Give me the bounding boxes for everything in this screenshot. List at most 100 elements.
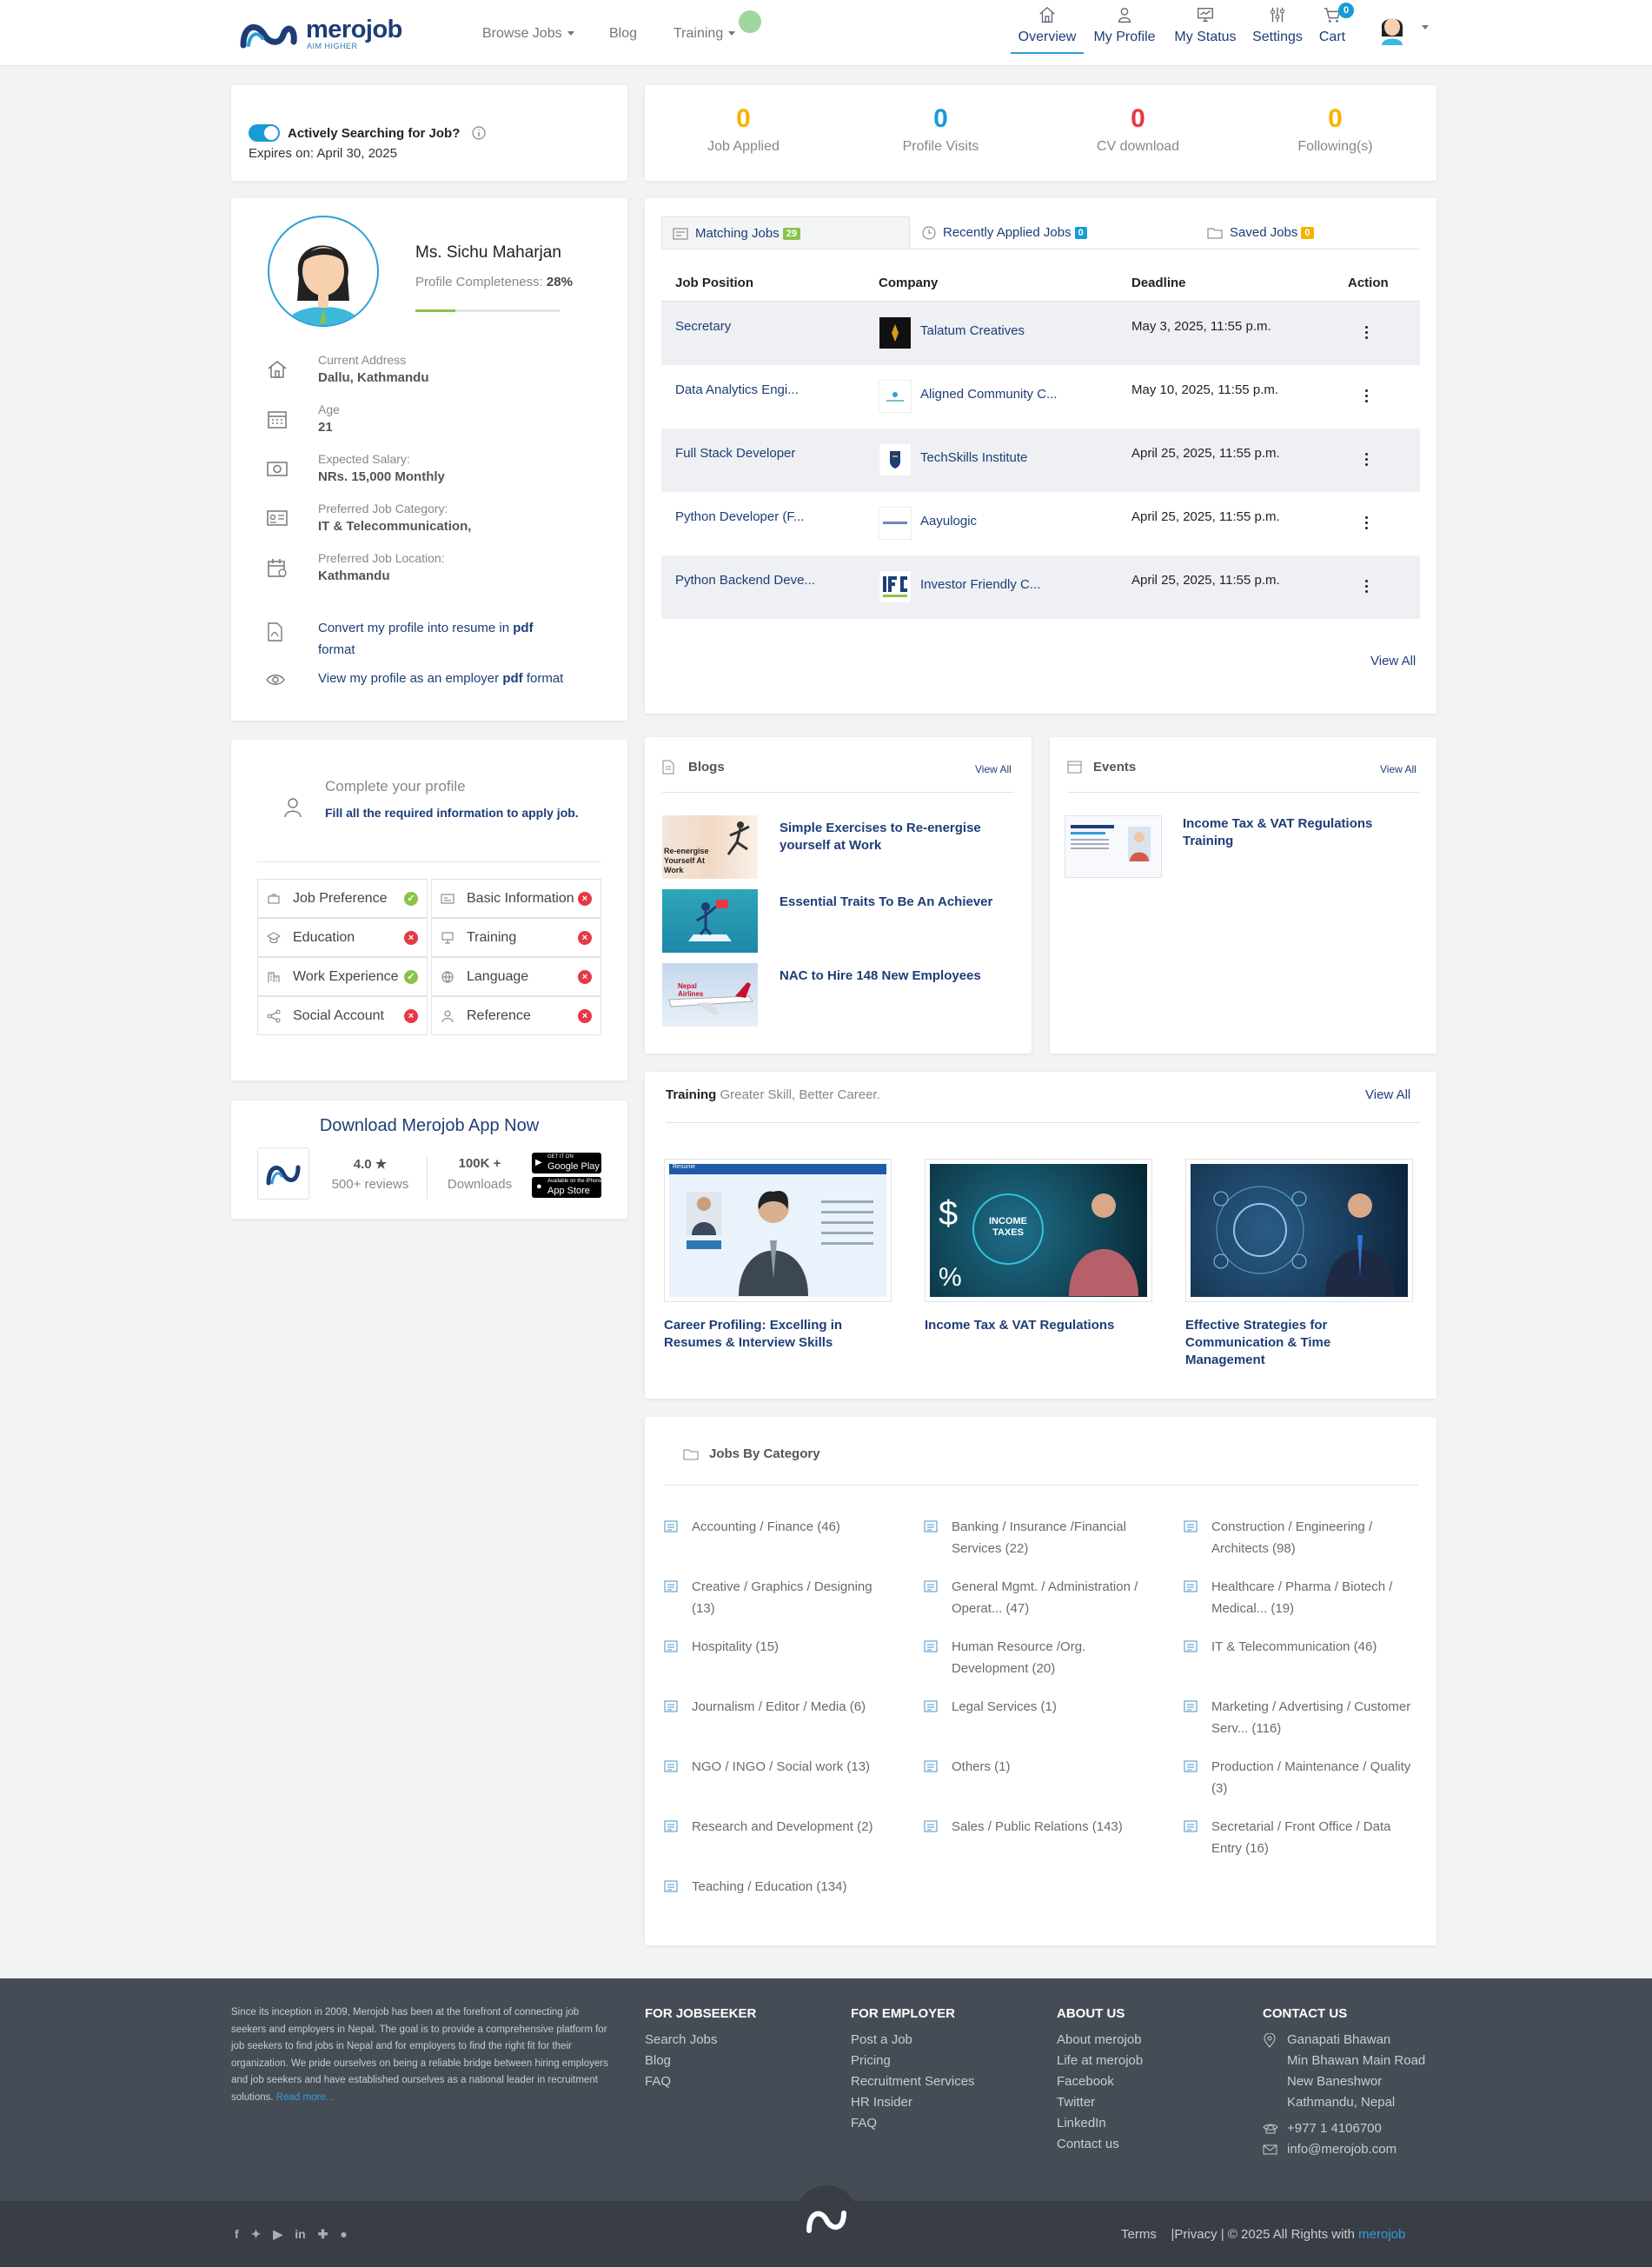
category-label[interactable]: Legal Services (1) <box>952 1696 1158 1718</box>
logo-text[interactable]: merojob <box>306 16 402 44</box>
privacy-link[interactable]: |Privacy <box>1171 2227 1217 2242</box>
more-options-icon[interactable] <box>1365 326 1369 342</box>
job-position[interactable]: Data Analytics Engi... <box>675 382 799 397</box>
tab-matching-jobs[interactable]: Matching Jobs 29 <box>661 216 910 249</box>
tab-saved-jobs[interactable]: Saved Jobs 0 <box>1207 216 1314 249</box>
category-item[interactable]: Sales / Public Relations (143) <box>924 1816 1158 1838</box>
training-item[interactable]: Effective Strategies for Communication &… <box>1185 1159 1413 1369</box>
apple-icon[interactable]: ● <box>340 2227 347 2242</box>
category-item[interactable]: Banking / Insurance /Financial Services … <box>924 1516 1158 1559</box>
category-label[interactable]: Secretarial / Front Office / Data Entry … <box>1211 1816 1418 1859</box>
category-label[interactable]: Journalism / Editor / Media (6) <box>692 1696 899 1718</box>
nav-training[interactable]: Training <box>673 26 736 42</box>
footer-link[interactable]: FAQ <box>645 2074 671 2089</box>
avatar[interactable] <box>1378 12 1406 49</box>
terms-link[interactable]: Terms <box>1121 2227 1157 2242</box>
footer-link[interactable]: Twitter <box>1057 2095 1095 2110</box>
category-label[interactable]: Creative / Graphics / Designing (13) <box>692 1576 899 1619</box>
footer-link[interactable]: Blog <box>645 2053 671 2068</box>
footer-phone[interactable]: +977 1 4106700 <box>1287 2121 1382 2136</box>
table-row[interactable]: Python Backend Deve... Investor Friendly … <box>661 555 1420 619</box>
footer-logo-icon[interactable] <box>795 2185 858 2248</box>
blog-item[interactable]: Nepal Airlines NAC to Hire 148 New Emplo… <box>662 963 1010 1027</box>
company-name[interactable]: Talatum Creatives <box>920 323 1025 338</box>
category-label[interactable]: Sales / Public Relations (143) <box>952 1816 1158 1838</box>
checklist-reference[interactable]: Reference × <box>431 996 601 1035</box>
category-item[interactable]: Legal Services (1) <box>924 1696 1158 1718</box>
category-item[interactable]: Marketing / Advertising / Customer Serv.… <box>1184 1696 1418 1739</box>
merojob-logo-icon[interactable] <box>238 16 299 50</box>
nav-overview[interactable]: Overview <box>1011 5 1084 54</box>
training-item[interactable]: $% INCOME TAXES Income Tax & VAT Regulat… <box>925 1159 1152 1334</box>
category-label[interactable]: Marketing / Advertising / Customer Serv.… <box>1211 1696 1418 1739</box>
blog-item[interactable]: Re-energise Yourself At Work Simple Exer… <box>662 815 1010 879</box>
avatar-dropdown-icon[interactable] <box>1422 25 1429 30</box>
nav-my-status[interactable]: My Status <box>1171 5 1240 45</box>
footer-link[interactable]: FAQ <box>851 2116 877 2131</box>
category-label[interactable]: Production / Maintenance / Quality (3) <box>1211 1756 1418 1799</box>
category-label[interactable]: NGO / INGO / Social work (13) <box>692 1756 899 1778</box>
category-item[interactable]: Accounting / Finance (46) <box>664 1516 899 1538</box>
footer-link[interactable]: About merojob <box>1057 2032 1142 2047</box>
facebook-icon[interactable]: f <box>235 2227 239 2242</box>
more-options-icon[interactable] <box>1365 389 1369 405</box>
profile-avatar[interactable] <box>268 216 379 327</box>
category-label[interactable]: Banking / Insurance /Financial Services … <box>952 1516 1158 1559</box>
training-item[interactable]: Resume Career Profiling: Excelling in Re… <box>664 1159 892 1352</box>
job-position[interactable]: Python Developer (F... <box>675 509 804 524</box>
checklist-social-account[interactable]: Social Account × <box>257 996 428 1035</box>
company-name[interactable]: Aayulogic <box>920 514 977 529</box>
event-thumbnail[interactable] <box>1065 815 1162 878</box>
blog-title[interactable]: Essential Traits To Be An Achiever <box>780 894 997 911</box>
stat-profile-visits[interactable]: 0 Profile Visits <box>842 85 1039 155</box>
category-item[interactable]: Secretarial / Front Office / Data Entry … <box>1184 1816 1418 1859</box>
job-position[interactable]: Secretary <box>675 319 731 334</box>
job-position[interactable]: Full Stack Developer <box>675 446 795 461</box>
category-item[interactable]: Teaching / Education (134) <box>664 1876 899 1898</box>
stat-cv-download[interactable]: 0 CV download <box>1039 85 1237 155</box>
category-item[interactable]: General Mgmt. / Administration / Operat.… <box>924 1576 1158 1619</box>
footer-link[interactable]: Life at merojob <box>1057 2053 1143 2068</box>
category-item[interactable]: IT & Telecommunication (46) <box>1184 1636 1418 1658</box>
nav-settings[interactable]: Settings <box>1249 5 1306 45</box>
training-title[interactable]: Income Tax & VAT Regulations <box>925 1317 1152 1334</box>
category-item[interactable]: Healthcare / Pharma / Biotech / Medical.… <box>1184 1576 1418 1619</box>
blogs-view-all-link[interactable]: View All <box>975 763 1012 775</box>
nav-blog[interactable]: Blog <box>609 26 637 42</box>
category-item[interactable]: Journalism / Editor / Media (6) <box>664 1696 899 1718</box>
category-label[interactable]: Construction / Engineering / Architects … <box>1211 1516 1418 1559</box>
category-label[interactable]: General Mgmt. / Administration / Operat.… <box>952 1576 1158 1619</box>
category-item[interactable]: NGO / INGO / Social work (13) <box>664 1756 899 1778</box>
nav-browse-jobs[interactable]: Browse Jobs <box>482 26 574 42</box>
app-store-button[interactable]: ● Available on the iPhone App Store <box>532 1177 602 1198</box>
category-item[interactable]: Human Resource /Org. Development (20) <box>924 1636 1158 1679</box>
footer-link[interactable]: LinkedIn <box>1057 2116 1106 2131</box>
twitter-icon[interactable]: ✦ <box>251 2227 262 2242</box>
events-view-all-link[interactable]: View All <box>1380 763 1416 775</box>
info-icon[interactable] <box>471 125 487 141</box>
table-row[interactable]: Full Stack Developer TechSkills Institute… <box>661 429 1420 492</box>
event-title[interactable]: Income Tax & VAT Regulations Training <box>1183 815 1409 850</box>
category-label[interactable]: Research and Development (2) <box>692 1816 899 1838</box>
category-item[interactable]: Construction / Engineering / Architects … <box>1184 1516 1418 1559</box>
checklist-work-experience[interactable]: Work Experience ✓ <box>257 957 428 996</box>
training-view-all-link[interactable]: View All <box>1365 1087 1410 1102</box>
more-options-icon[interactable] <box>1365 453 1369 469</box>
more-options-icon[interactable] <box>1365 516 1369 532</box>
checklist-language[interactable]: Language × <box>431 957 601 996</box>
checklist-training[interactable]: Training × <box>431 918 601 957</box>
view-as-employer-link[interactable]: View my profile as an employer pdf forma… <box>266 668 605 689</box>
training-title[interactable]: Effective Strategies for Communication &… <box>1185 1317 1413 1369</box>
checklist-education[interactable]: Education × <box>257 918 428 957</box>
company-name[interactable]: TechSkills Institute <box>920 450 1027 465</box>
footer-link[interactable]: Recruitment Services <box>851 2074 975 2089</box>
footer-link[interactable]: Search Jobs <box>645 2032 717 2047</box>
merojob-link[interactable]: merojob <box>1358 2227 1405 2242</box>
youtube-icon[interactable]: ▶ <box>273 2227 282 2242</box>
company-name[interactable]: Aligned Community C... <box>920 387 1058 402</box>
category-label[interactable]: Accounting / Finance (46) <box>692 1516 899 1538</box>
category-label[interactable]: Hospitality (15) <box>692 1636 899 1658</box>
company-name[interactable]: Investor Friendly C... <box>920 577 1040 592</box>
category-label[interactable]: Teaching / Education (134) <box>692 1876 899 1898</box>
category-item[interactable]: Production / Maintenance / Quality (3) <box>1184 1756 1418 1799</box>
